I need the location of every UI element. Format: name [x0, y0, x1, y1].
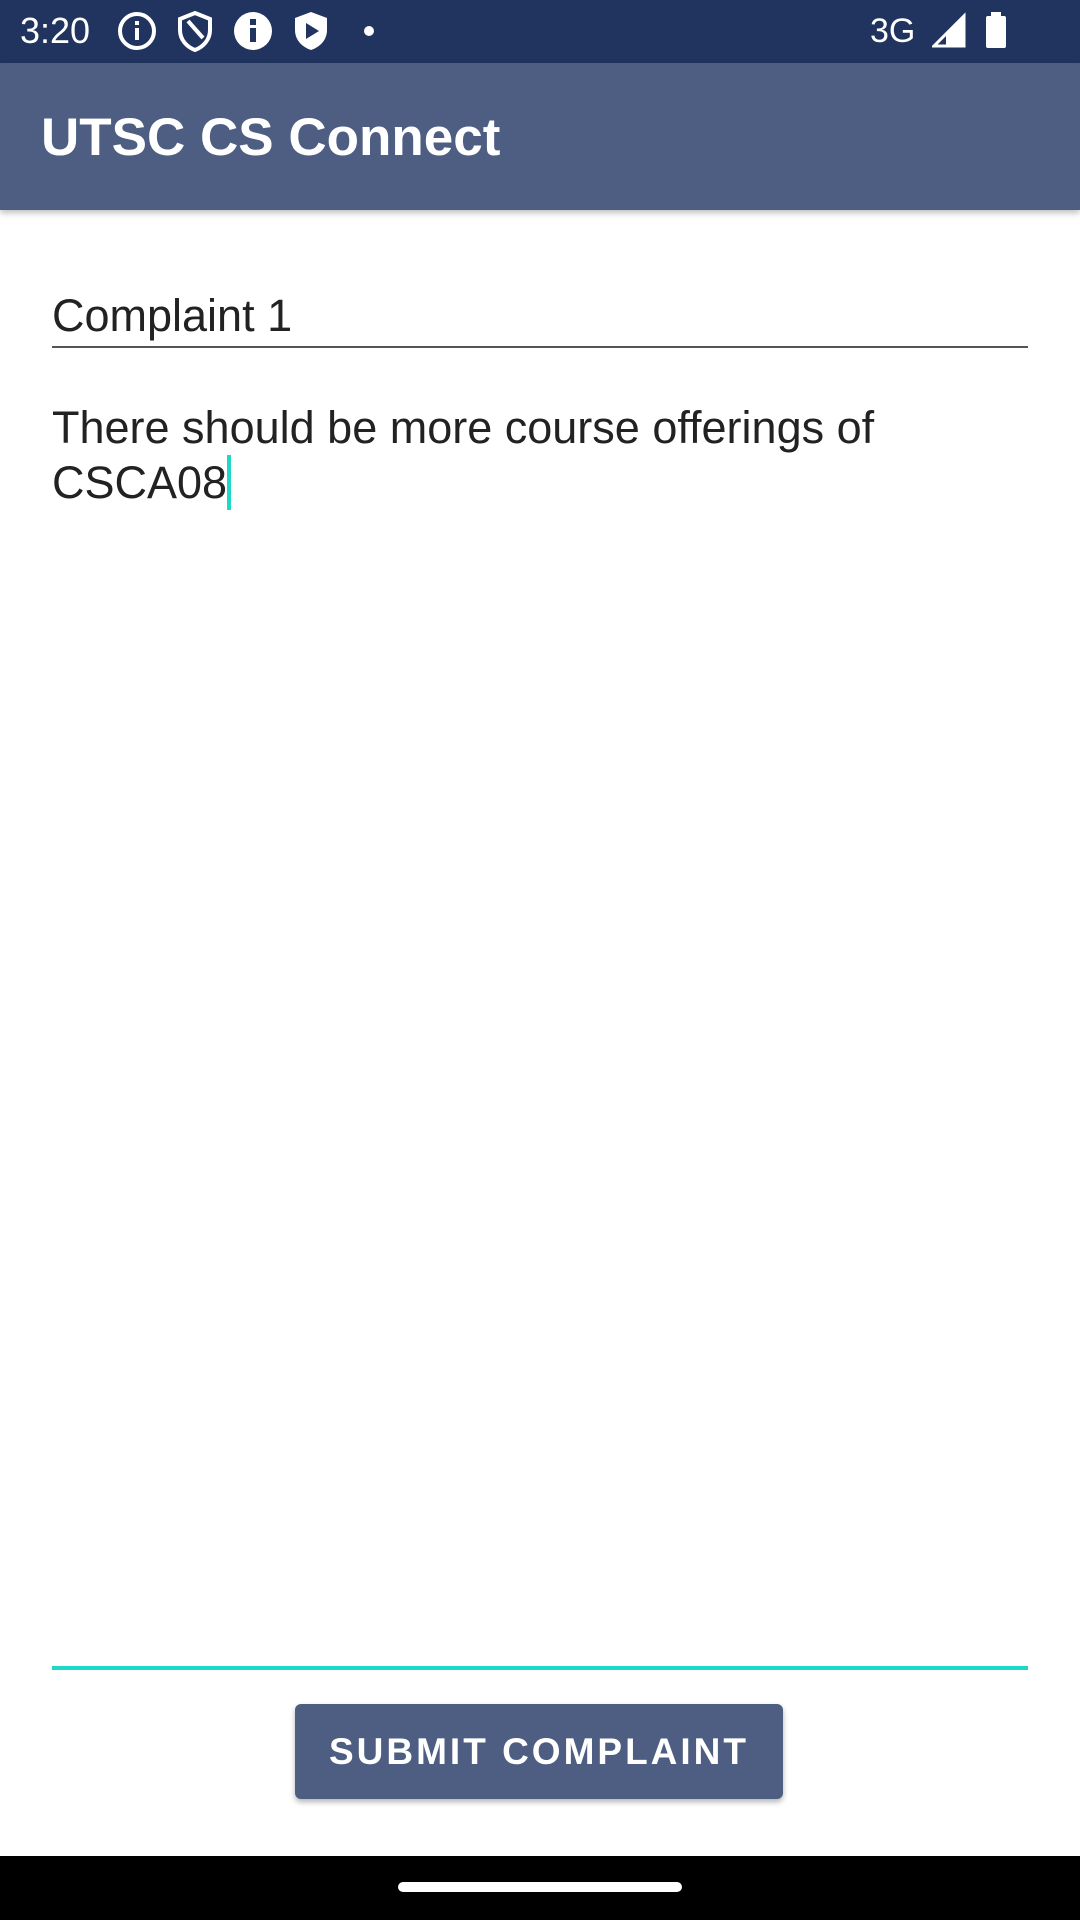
- signal-icon: [930, 10, 966, 52]
- submit-complaint-button[interactable]: SUBMIT COMPLAINT: [295, 1704, 783, 1799]
- complaint-title-input[interactable]: Complaint 1: [52, 278, 1028, 348]
- complaint-body-input[interactable]: There should be more course offerings of…: [52, 400, 1028, 1670]
- info-circle-icon: [116, 10, 158, 52]
- battery-icon: [984, 10, 1008, 52]
- system-icons: 3G: [870, 10, 1080, 52]
- shield-icon: [176, 10, 214, 53]
- home-gesture-handle[interactable]: [398, 1882, 682, 1892]
- dot-icon: [362, 10, 376, 52]
- play-shield-icon: [292, 10, 330, 52]
- network-type: 3G: [870, 12, 916, 50]
- info-filled-icon: [232, 10, 274, 52]
- navigation-bar: [0, 1856, 1080, 1920]
- status-bar: 3:20 3G: [0, 0, 1080, 63]
- status-time: 3:20: [20, 10, 91, 51]
- text-cursor: [227, 455, 232, 510]
- app-bar: UTSC CS Connect: [0, 63, 1080, 210]
- app-title: UTSC CS Connect: [41, 108, 501, 167]
- complaint-body-text: There should be more course offerings of…: [52, 402, 887, 508]
